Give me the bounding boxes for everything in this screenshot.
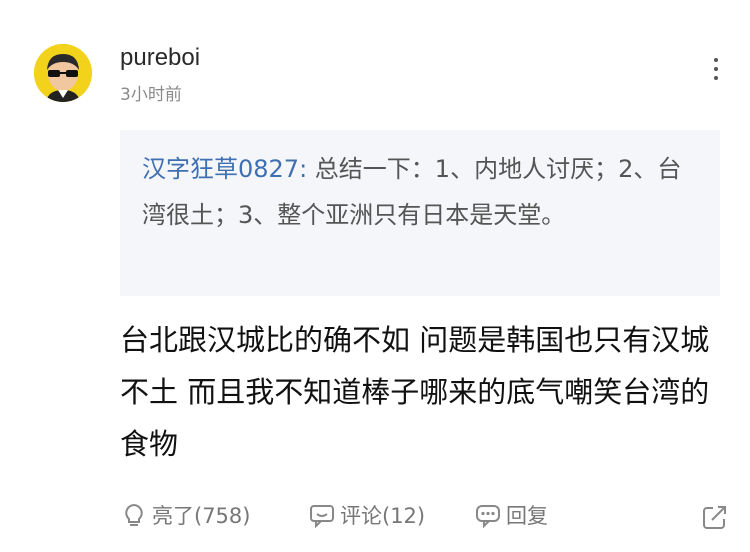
comment-time: 3小时前: [120, 85, 182, 105]
like-label: 亮了(758): [152, 504, 251, 528]
share-icon[interactable]: [700, 502, 730, 532]
comment-label: 评论(12): [340, 504, 426, 528]
lightbulb-icon: [125, 503, 143, 526]
avatar[interactable]: [34, 44, 92, 102]
more-vertical-icon[interactable]: [712, 58, 720, 82]
reply-icon: [476, 505, 500, 529]
username[interactable]: pureboi: [120, 44, 200, 72]
like-button[interactable]: 亮了(758): [120, 500, 250, 530]
comment-icon: [310, 505, 334, 529]
reply-button[interactable]: 回复: [474, 500, 548, 530]
comment-content: 台北跟汉城比的确不如 问题是韩国也只有汉城不土 而且我不知道棒子哪来的底气嘲笑台…: [120, 323, 710, 461]
quoted-comment-text: 汉字狂草0827: 总结一下：1、内地人讨厌；2、台湾很土；3、整个亚洲只有日本…: [142, 146, 702, 238]
action-bar: 亮了(758) 评论(12) 回复: [120, 500, 730, 540]
quoted-comment[interactable]: 汉字狂草0827: 总结一下：1、内地人讨厌；2、台湾很土；3、整个亚洲只有日本…: [120, 130, 720, 296]
comment-button[interactable]: 评论(12): [308, 500, 425, 530]
quoted-username[interactable]: 汉字狂草0827:: [142, 155, 307, 183]
reply-label: 回复: [506, 504, 548, 528]
